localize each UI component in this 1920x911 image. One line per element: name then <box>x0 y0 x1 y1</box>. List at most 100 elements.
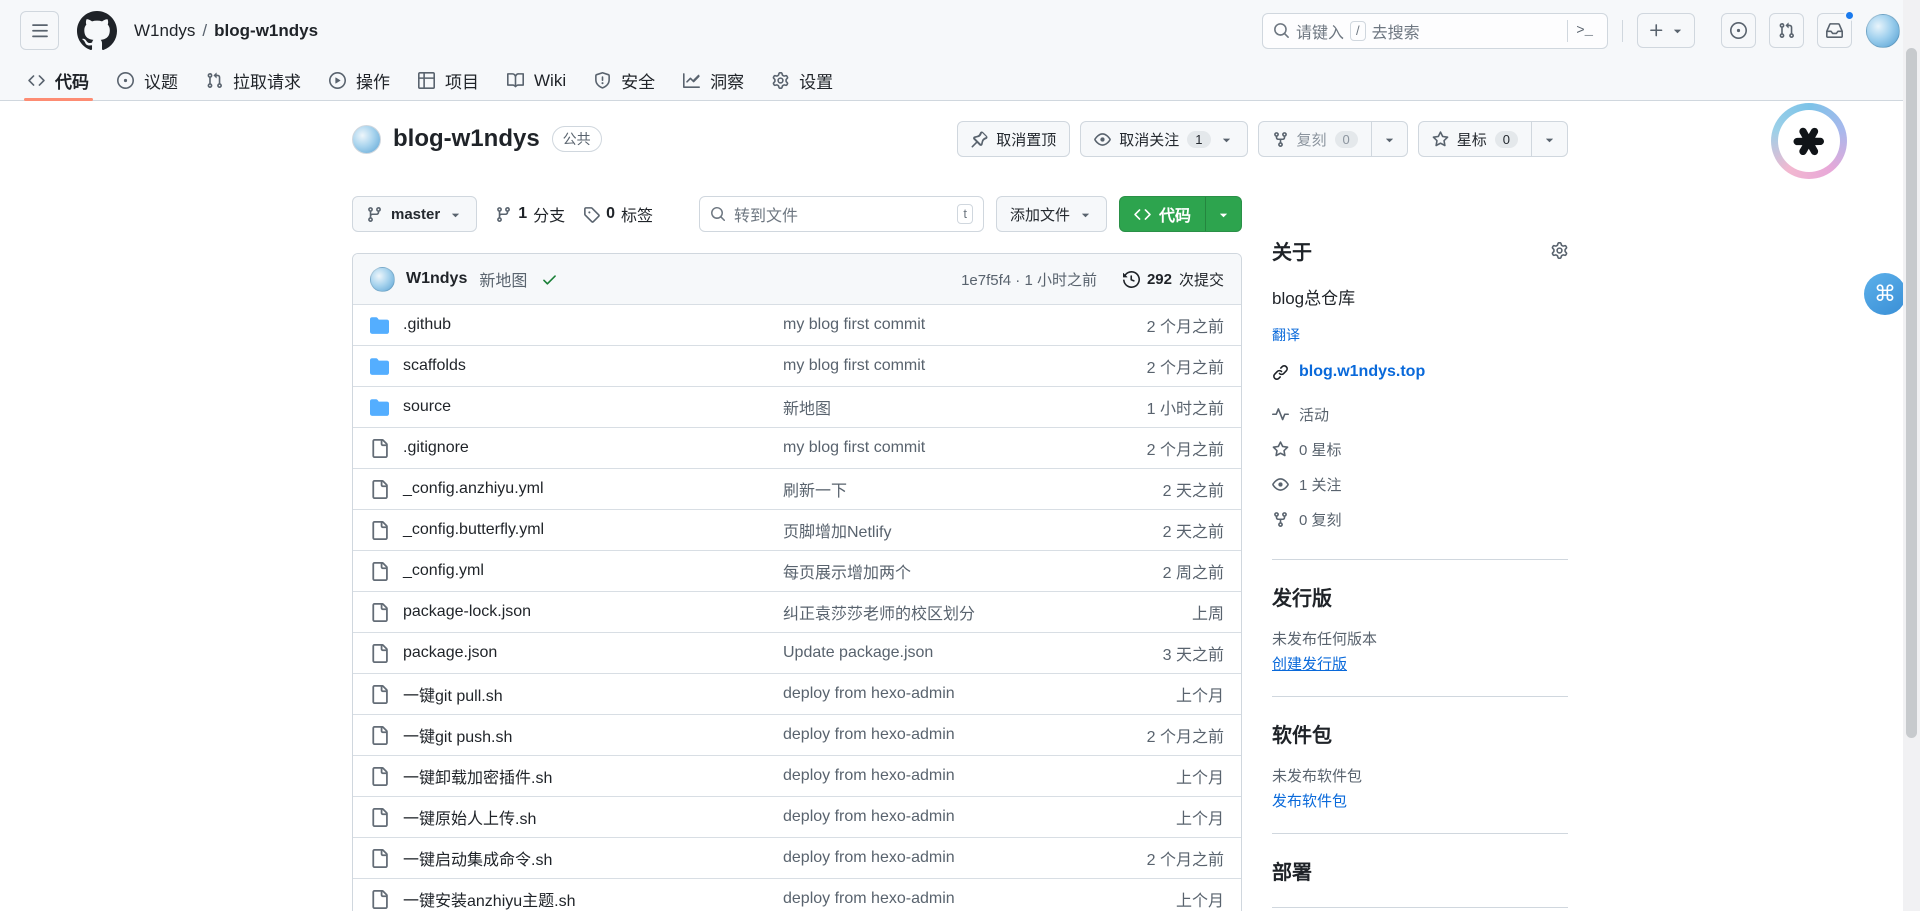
tab-actions[interactable]: 操作 <box>315 61 404 100</box>
tab-wiki[interactable]: Wiki <box>493 61 580 100</box>
commit-message-link[interactable]: 纠正袁莎莎老师的校区划分 <box>783 600 1084 624</box>
repo-website-link[interactable]: blog.w1ndys.top <box>1299 363 1425 381</box>
table-row[interactable]: package.jsonUpdate package.json3 天之前 <box>353 632 1241 673</box>
table-row[interactable]: 一键原始人上传.shdeploy from hexo-admin上个月 <box>353 796 1241 837</box>
activity-link[interactable]: 活动 <box>1272 397 1568 432</box>
commit-message-link[interactable]: Update package.json <box>783 644 1084 662</box>
breadcrumb-repo-link[interactable]: blog-w1ndys <box>214 21 318 41</box>
code-download-button[interactable]: 代码 <box>1119 196 1242 232</box>
commit-author-avatar[interactable] <box>370 267 395 292</box>
tab-issues[interactable]: 议题 <box>103 61 192 100</box>
tags-link[interactable]: 0 标签 <box>583 202 653 226</box>
repo-owner-avatar[interactable] <box>352 125 381 154</box>
translate-extension-button[interactable] <box>1771 103 1847 179</box>
commit-message-link[interactable]: 每页展示增加两个 <box>783 559 1084 583</box>
commit-message-link[interactable]: 新地图 <box>783 395 1084 419</box>
issues-dashboard-button[interactable] <box>1721 13 1756 48</box>
repo-description: blog总仓库 <box>1272 284 1568 309</box>
file-name-link[interactable]: scaffolds <box>403 357 783 375</box>
file-name-link[interactable]: 一键启动集成命令.sh <box>403 846 783 870</box>
table-row[interactable]: 一键卸载加密插件.shdeploy from hexo-admin上个月 <box>353 755 1241 796</box>
tab-projects[interactable]: 项目 <box>404 61 493 100</box>
commit-message-link[interactable]: my blog first commit <box>783 316 1084 334</box>
commit-author-link[interactable]: W1ndys <box>406 270 467 288</box>
file-name-link[interactable]: 一键git pull.sh <box>403 682 783 706</box>
edit-repo-details-button[interactable] <box>1551 242 1568 260</box>
table-row[interactable]: _config.butterfly.yml页脚增加Netlify2 天之前 <box>353 509 1241 550</box>
forks-link[interactable]: 0 复刻 <box>1272 502 1568 537</box>
commit-message-link[interactable]: my blog first commit <box>783 357 1084 375</box>
topic-translate-link[interactable]: 翻译 <box>1272 325 1300 345</box>
scrollbar-thumb[interactable] <box>1906 48 1917 738</box>
branches-link[interactable]: 1 分支 <box>495 202 565 226</box>
stars-link[interactable]: 0 星标 <box>1272 432 1568 467</box>
commit-message-link[interactable]: 页脚增加Netlify <box>783 518 1084 542</box>
file-name-link[interactable]: .github <box>403 316 783 334</box>
create-release-link[interactable]: 创建发行版 <box>1272 653 1347 674</box>
file-name-link[interactable]: _config.anzhiyu.yml <box>403 480 783 498</box>
table-row[interactable]: _config.anzhiyu.yml刷新一下2 天之前 <box>353 468 1241 509</box>
commit-message-link[interactable]: deploy from hexo-admin <box>783 767 1084 785</box>
table-row[interactable]: _config.yml每页展示增加两个2 周之前 <box>353 550 1241 591</box>
hamburger-menu-button[interactable] <box>20 11 59 50</box>
commit-message-link[interactable]: deploy from hexo-admin <box>783 849 1084 867</box>
table-row[interactable]: .githubmy blog first commit2 个月之前 <box>353 304 1241 345</box>
code-dropdown-caret[interactable] <box>1205 197 1241 231</box>
tab-insights[interactable]: 洞察 <box>669 61 758 100</box>
file-name-link[interactable]: 一键安装anzhiyu主题.sh <box>403 887 783 911</box>
global-search-input[interactable]: 请键入 / 去搜索 >_ <box>1262 13 1608 49</box>
command-extension-button[interactable]: ⌘ <box>1864 273 1906 315</box>
commit-message-link[interactable]: deploy from hexo-admin <box>783 890 1084 908</box>
table-row[interactable]: source新地图1 小时之前 <box>353 386 1241 427</box>
file-name-link[interactable]: .gitignore <box>403 439 783 457</box>
tab-security[interactable]: 安全 <box>580 61 669 100</box>
github-logo[interactable] <box>77 11 117 51</box>
tab-code[interactable]: 代码 <box>14 61 103 100</box>
pull-requests-dashboard-button[interactable] <box>1769 13 1804 48</box>
unwatch-button[interactable]: 取消关注 1 <box>1080 121 1247 157</box>
tab-pull-requests[interactable]: 拉取请求 <box>192 61 315 100</box>
commit-history-link[interactable]: 292 次提交 <box>1123 269 1224 290</box>
file-name-link[interactable]: _config.butterfly.yml <box>403 521 783 539</box>
commit-message-link[interactable]: my blog first commit <box>783 439 1084 457</box>
file-name-link[interactable]: 一键卸载加密插件.sh <box>403 764 783 788</box>
pulse-icon <box>1272 406 1289 423</box>
table-row[interactable]: package-lock.json纠正袁莎莎老师的校区划分上周 <box>353 591 1241 632</box>
tab-settings[interactable]: 设置 <box>758 61 847 100</box>
watchers-link[interactable]: 1 关注 <box>1272 467 1568 502</box>
file-name-link[interactable]: _config.yml <box>403 562 783 580</box>
table-row[interactable]: 一键git push.shdeploy from hexo-admin2 个月之… <box>353 714 1241 755</box>
unpin-button[interactable]: 取消置顶 <box>957 121 1070 157</box>
commit-message-link[interactable]: deploy from hexo-admin <box>783 726 1084 744</box>
table-row[interactable]: .gitignoremy blog first commit2 个月之前 <box>353 427 1241 468</box>
commit-sha-time-link[interactable]: 1e7f5f4 · 1 小时之前 <box>961 269 1097 290</box>
table-row[interactable]: 一键启动集成命令.shdeploy from hexo-admin2 个月之前 <box>353 837 1241 878</box>
branch-selector[interactable]: master <box>352 196 477 232</box>
create-new-button[interactable] <box>1637 13 1695 48</box>
commit-message-link[interactable]: deploy from hexo-admin <box>783 808 1084 826</box>
file-name-link[interactable]: source <box>403 398 783 416</box>
commit-message-link[interactable]: 刷新一下 <box>783 477 1084 501</box>
table-row[interactable]: scaffoldsmy blog first commit2 个月之前 <box>353 345 1241 386</box>
commit-message-link[interactable]: 新地图 <box>479 267 527 291</box>
page-scrollbar[interactable] <box>1903 0 1920 911</box>
table-row[interactable]: 一键git pull.shdeploy from hexo-admin上个月 <box>353 673 1241 714</box>
user-avatar[interactable] <box>1866 14 1900 48</box>
notifications-inbox-button[interactable] <box>1817 13 1852 48</box>
star-dropdown-button[interactable] <box>1532 121 1568 157</box>
command-palette-icon[interactable]: >_ <box>1572 23 1597 39</box>
file-name-link[interactable]: 一键git push.sh <box>403 723 783 747</box>
file-name-link[interactable]: package.json <box>403 644 783 662</box>
file-name-link[interactable]: package-lock.json <box>403 603 783 621</box>
publish-package-link[interactable]: 发布软件包 <box>1272 790 1347 811</box>
file-name-link[interactable]: 一键原始人上传.sh <box>403 805 783 829</box>
go-to-file-input[interactable]: 转到文件 t <box>699 196 984 232</box>
breadcrumb-owner-link[interactable]: W1ndys <box>134 21 195 41</box>
fork-dropdown-button[interactable] <box>1372 121 1408 157</box>
check-icon[interactable] <box>541 271 558 288</box>
table-row[interactable]: 一键安装anzhiyu主题.shdeploy from hexo-admin上个… <box>353 878 1241 911</box>
add-file-button[interactable]: 添加文件 <box>996 196 1107 232</box>
star-button[interactable]: 星标 0 <box>1418 121 1532 157</box>
fork-button[interactable]: 复刻 0 <box>1258 121 1372 157</box>
commit-message-link[interactable]: deploy from hexo-admin <box>783 685 1084 703</box>
